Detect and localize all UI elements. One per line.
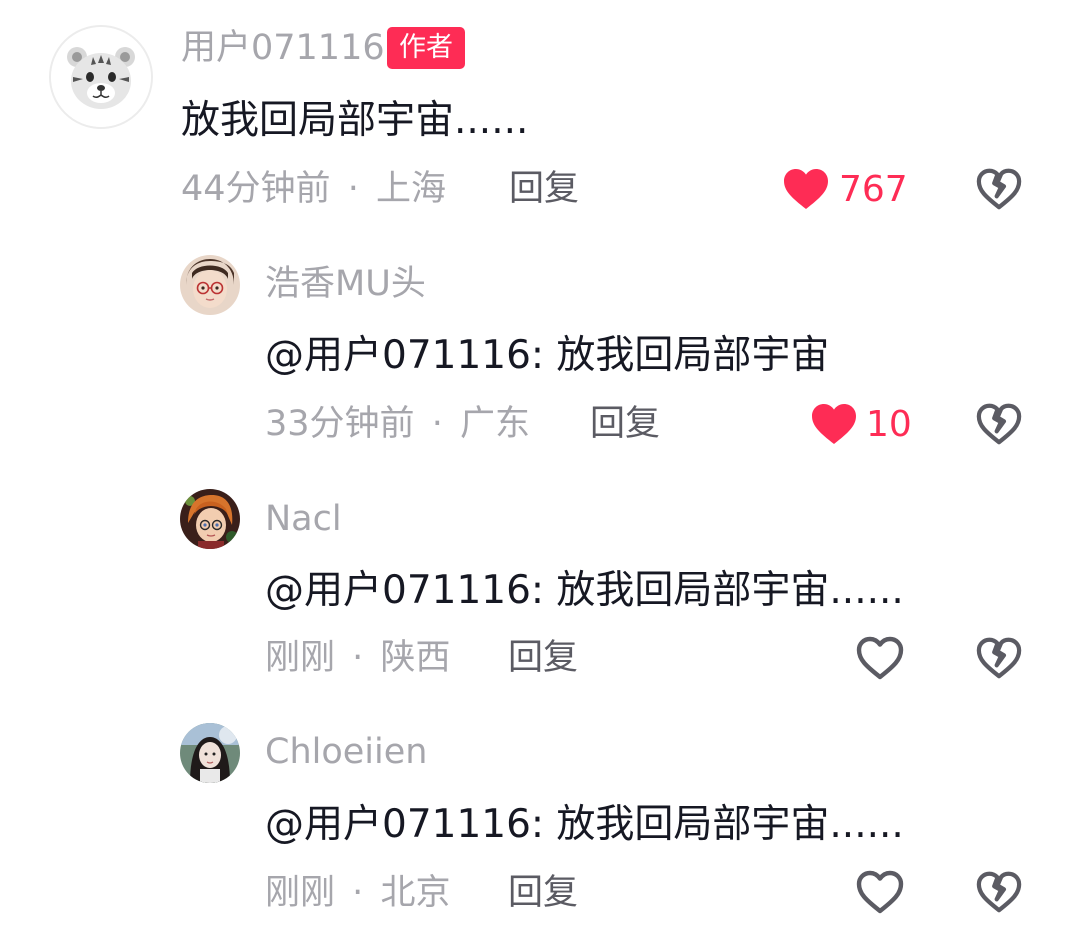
- comment-username[interactable]: 用户071116: [181, 31, 385, 66]
- reply-location: 北京: [380, 873, 451, 913]
- heart-filled-icon[interactable]: [810, 402, 858, 446]
- meta-separator: ·: [352, 873, 364, 913]
- reply-username[interactable]: 浩香MU头: [265, 267, 426, 302]
- reply-button[interactable]: 回复: [508, 876, 578, 911]
- like-count: 10: [866, 404, 912, 445]
- reply-button[interactable]: 回复: [508, 641, 578, 676]
- author-badge: 作者: [387, 27, 465, 69]
- reply-location: 广东: [459, 404, 530, 444]
- broken-heart-icon[interactable]: [976, 402, 1022, 446]
- user-avatar[interactable]: [180, 723, 240, 783]
- reply-time: 刚刚: [265, 873, 336, 913]
- user-avatar[interactable]: [180, 255, 240, 315]
- meta-separator: ·: [352, 638, 364, 678]
- reply-meta: 33分钟前 · 广东: [265, 407, 530, 442]
- comment-location: 上海: [375, 169, 446, 209]
- heart-filled-icon[interactable]: [782, 167, 830, 211]
- broken-heart-icon[interactable]: [976, 870, 1022, 914]
- user-avatar[interactable]: [180, 489, 240, 549]
- reply-text: @用户071116: 放我回局部宇宙......: [265, 802, 904, 847]
- meta-separator: ·: [347, 169, 359, 209]
- comment-thread: 用户071116 作者 放我回局部宇宙...... 44分钟前 · 上海 回复 …: [0, 0, 1080, 928]
- reply-location: 陕西: [380, 638, 451, 678]
- comment-meta: 44分钟前 · 上海: [181, 172, 446, 207]
- heart-outline-icon[interactable]: [856, 636, 904, 680]
- reply-meta: 刚刚 · 北京: [265, 876, 450, 911]
- reply-time: 刚刚: [265, 638, 336, 678]
- heart-outline-icon[interactable]: [856, 870, 904, 914]
- broken-heart-icon[interactable]: [976, 636, 1022, 680]
- broken-heart-icon[interactable]: [976, 167, 1022, 211]
- reply-text: @用户071116: 放我回局部宇宙......: [265, 568, 904, 613]
- reply-meta: 刚刚 · 陕西: [265, 641, 450, 676]
- comment-time: 44分钟前: [181, 169, 331, 209]
- reply-username[interactable]: Chloeiien: [265, 735, 427, 770]
- reply-time: 33分钟前: [265, 404, 415, 444]
- tiger-avatar[interactable]: [49, 25, 153, 129]
- meta-separator: ·: [431, 404, 443, 444]
- like-count: 767: [839, 169, 908, 210]
- comment-text: 放我回局部宇宙......: [181, 98, 529, 143]
- reply-button[interactable]: 回复: [509, 172, 579, 207]
- reply-username[interactable]: Nacl: [265, 502, 342, 537]
- reply-button[interactable]: 回复: [590, 407, 660, 442]
- reply-text: @用户071116: 放我回局部宇宙: [265, 333, 830, 378]
